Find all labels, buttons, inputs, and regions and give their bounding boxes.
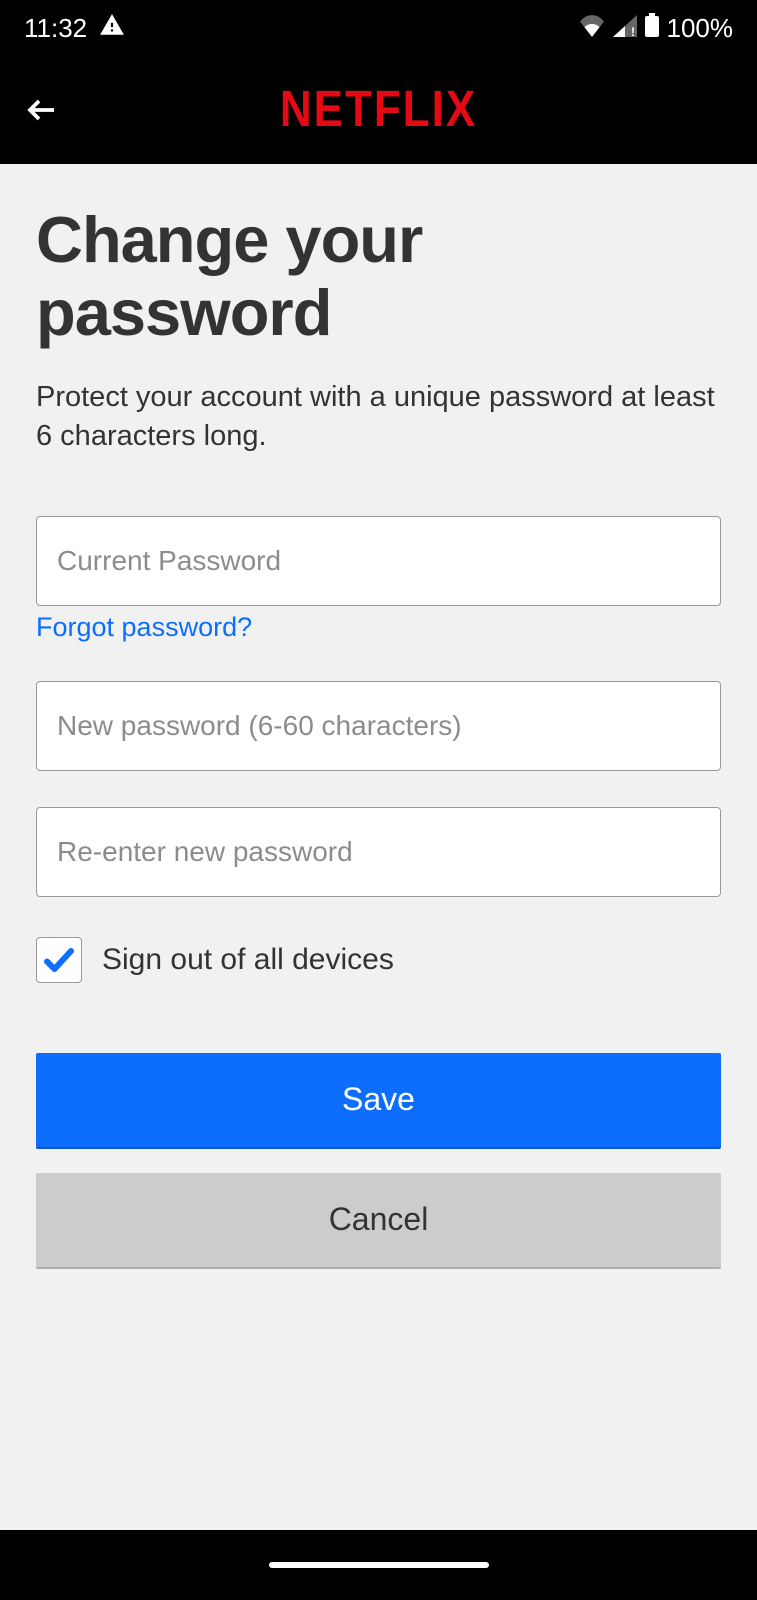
save-button[interactable]: Save	[36, 1053, 721, 1149]
battery-icon	[645, 13, 659, 44]
warning-icon	[99, 12, 125, 45]
cancel-button[interactable]: Cancel	[36, 1173, 721, 1269]
signout-checkbox[interactable]	[36, 937, 82, 983]
status-bar: 11:32 ! 100%	[0, 0, 757, 56]
current-password-wrapper	[36, 516, 721, 606]
new-password-wrapper	[36, 681, 721, 771]
new-password-input[interactable]	[36, 681, 721, 771]
current-password-input[interactable]	[36, 516, 721, 606]
wifi-icon	[579, 13, 605, 44]
svg-text:!: !	[631, 25, 635, 37]
status-left: 11:32	[24, 12, 125, 45]
page-title: Change your password	[36, 204, 721, 350]
status-right: ! 100%	[579, 13, 734, 44]
back-button[interactable]	[20, 88, 64, 132]
navigation-bar	[0, 1530, 757, 1600]
battery-percent: 100%	[667, 13, 734, 44]
home-indicator[interactable]	[269, 1562, 489, 1568]
app-header: NETFLIX	[0, 56, 757, 164]
reenter-password-wrapper	[36, 807, 721, 897]
signout-checkbox-row: Sign out of all devices	[36, 937, 721, 983]
signout-checkbox-label: Sign out of all devices	[102, 943, 394, 977]
signal-icon: !	[613, 13, 637, 44]
netflix-logo: NETFLIX	[280, 81, 477, 139]
status-time: 11:32	[24, 13, 87, 44]
reenter-password-input[interactable]	[36, 807, 721, 897]
forgot-password-link[interactable]: Forgot password?	[36, 612, 252, 643]
main-content: Change your password Protect your accoun…	[0, 164, 757, 1333]
page-subtitle: Protect your account with a unique passw…	[36, 378, 721, 456]
